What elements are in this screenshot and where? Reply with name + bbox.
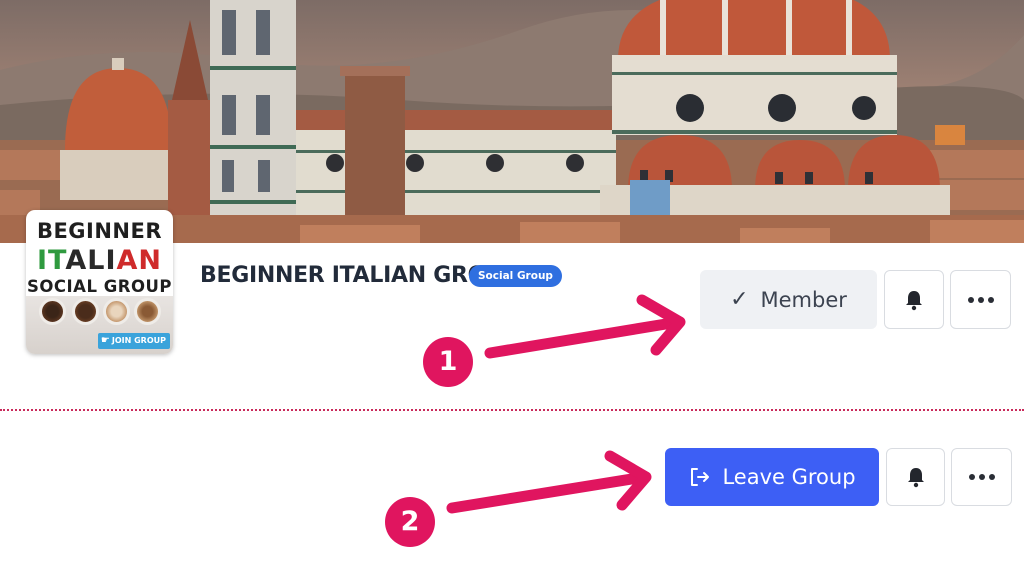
step-number-1: 1	[423, 337, 473, 387]
arrow-icon	[484, 294, 686, 359]
annotation-arrows	[446, 294, 686, 514]
arrow-2-shaft	[446, 472, 644, 514]
arrow-icon	[446, 450, 652, 514]
step-number-2: 2	[385, 497, 435, 547]
arrow-1-shaft	[484, 317, 678, 359]
